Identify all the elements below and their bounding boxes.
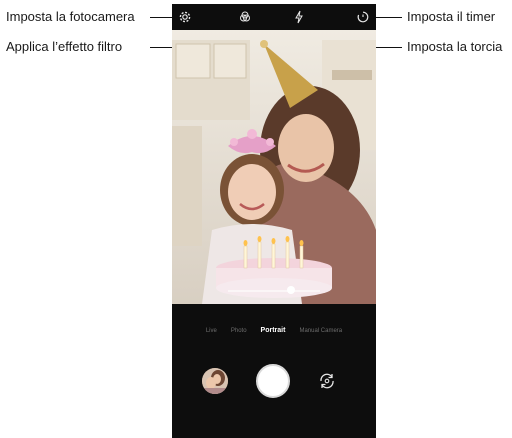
camera-top-bar (172, 4, 376, 30)
gallery-thumbnail[interactable] (202, 368, 228, 394)
callout-filter-effect: Applica l’effetto filtro (6, 39, 123, 54)
mode-photo[interactable]: Photo (231, 324, 247, 338)
callout-torch: Imposta la torcia (407, 39, 503, 54)
gallery-thumbnail-image (202, 368, 228, 394)
zoom-slider[interactable] (228, 290, 320, 292)
mode-manual-camera[interactable]: Manual Camera (299, 324, 342, 338)
timer-icon[interactable] (356, 10, 370, 24)
mode-live[interactable]: Live (206, 324, 217, 338)
mode-portrait[interactable]: Portrait (261, 324, 286, 338)
camera-mode-selector: Live Photo Portrait Manual Camera (172, 324, 376, 338)
camera-switch-icon[interactable] (318, 372, 336, 390)
flash-icon[interactable] (292, 10, 306, 24)
camera-viewfinder[interactable] (172, 30, 376, 304)
callout-camera-settings: Imposta la fotocamera (6, 9, 135, 24)
callout-timer: Imposta il timer (407, 9, 496, 24)
shutter-button[interactable] (256, 364, 290, 398)
viewfinder-photo (172, 30, 376, 304)
filter-icon[interactable] (238, 10, 252, 24)
zoom-slider-handle[interactable] (287, 286, 295, 294)
gear-icon[interactable] (178, 10, 192, 24)
camera-screen: Live Photo Portrait Manual Camera (172, 4, 376, 438)
